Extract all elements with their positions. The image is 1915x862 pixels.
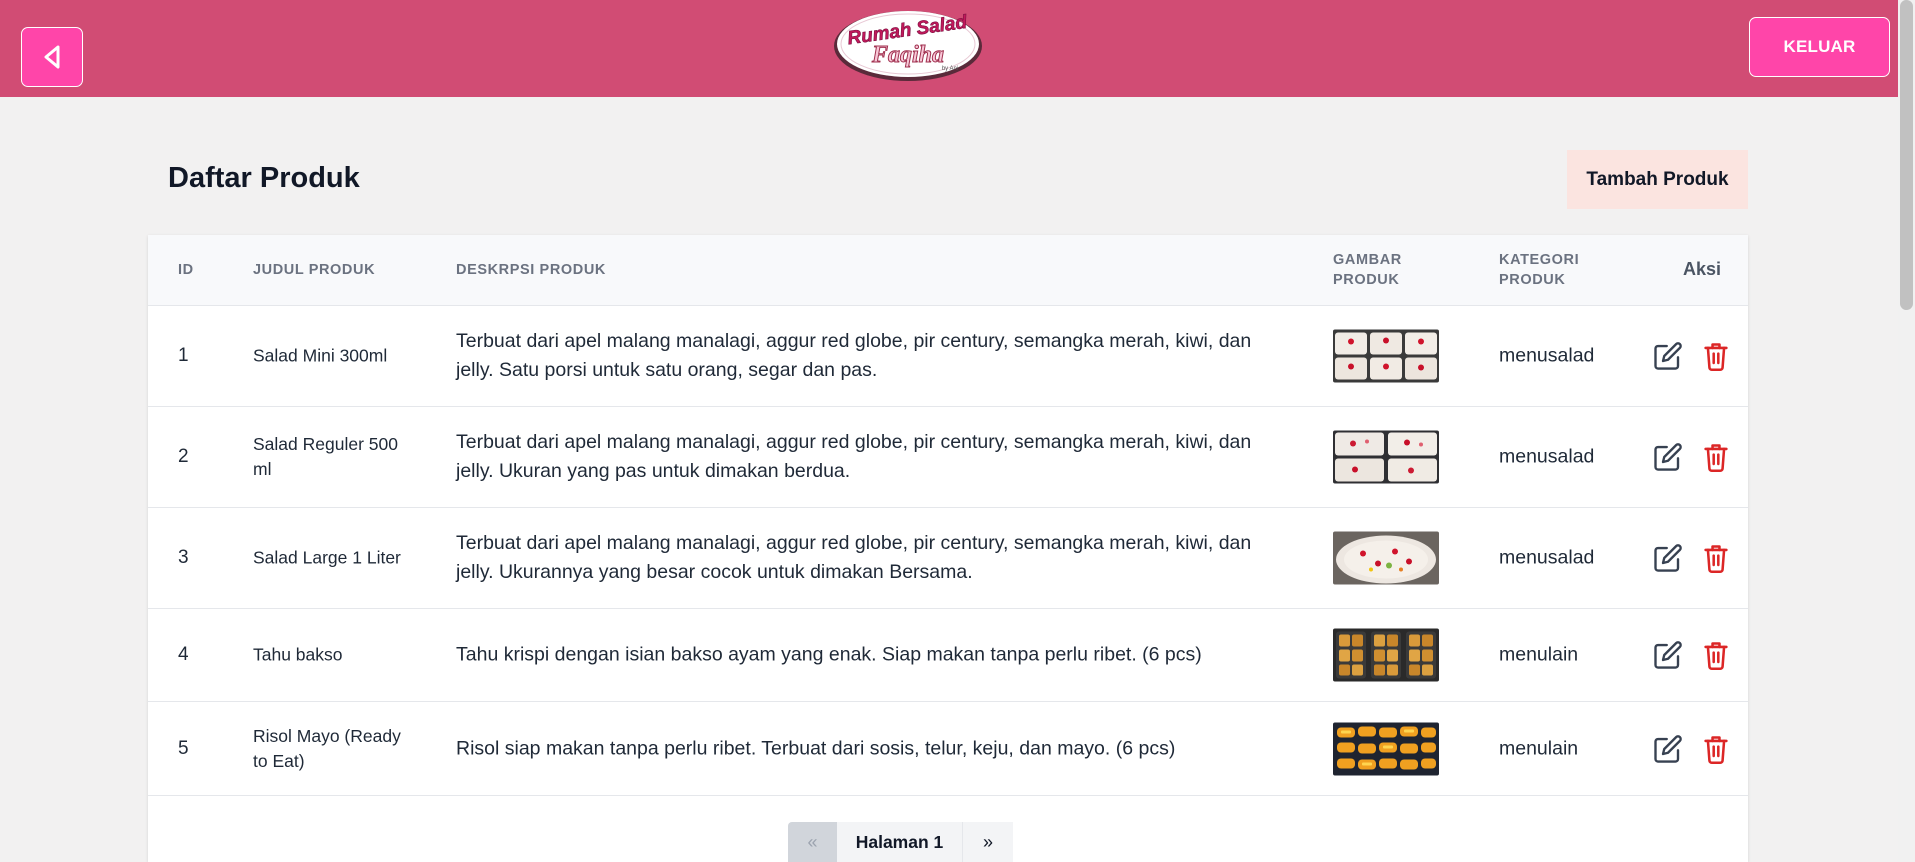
row-title: Salad Large 1 Liter [253, 547, 401, 568]
product-image [1333, 430, 1439, 484]
top-header: Rumah Salad Faqiha by Ani KELUAR [0, 0, 1898, 97]
vertical-scrollbar[interactable] [1898, 0, 1915, 862]
product-image [1333, 531, 1439, 585]
header-category-line1: KATEGORI [1499, 252, 1580, 268]
logo-line2: Faqiha [871, 42, 944, 68]
product-image [1333, 722, 1439, 775]
row-category: menulain [1499, 643, 1579, 666]
product-image [1333, 329, 1439, 383]
row-category: menusalad [1499, 344, 1595, 367]
table-row: 2 Salad Reguler 500 ml Terbuat dari apel… [148, 407, 1748, 508]
header-image-line1: GAMBAR [1333, 252, 1402, 268]
product-image [1333, 628, 1439, 682]
row-id: 4 [178, 644, 189, 665]
trash-icon[interactable] [1703, 543, 1729, 574]
row-id: 1 [178, 345, 189, 366]
row-id: 2 [178, 446, 189, 467]
edit-icon[interactable] [1653, 734, 1683, 764]
trash-icon[interactable] [1703, 734, 1729, 764]
table-row: 3 Salad Large 1 Liter Terbuat dari apel … [148, 508, 1748, 609]
row-category: menusalad [1499, 546, 1595, 569]
row-category: menusalad [1499, 445, 1595, 468]
header-action: Aksi [1683, 259, 1722, 279]
table-row: 5 Risol Mayo (Ready to Eat) Risol siap m… [148, 702, 1748, 796]
header-title: JUDUL PRODUK [253, 262, 376, 278]
edit-icon[interactable] [1653, 442, 1683, 472]
header-category-line2: PRODUK [1499, 272, 1566, 288]
table-row: 4 Tahu bakso Tahu krispi dengan isian ba… [148, 609, 1748, 702]
edit-icon[interactable] [1653, 640, 1683, 670]
row-id: 3 [178, 547, 189, 568]
row-id: 5 [178, 737, 189, 759]
page-title: Daftar Produk [168, 162, 360, 194]
row-title: Risol Mayo (Ready to Eat) [253, 725, 401, 771]
pagination-current-page: Halaman 1 [837, 822, 962, 862]
row-description: Risol siap makan tanpa perlu ribet. Terb… [456, 737, 1176, 759]
row-description: Tahu krispi dengan isian bakso ayam yang… [456, 643, 1202, 666]
trash-icon[interactable] [1703, 442, 1729, 473]
trash-icon[interactable] [1703, 640, 1729, 671]
trash-icon[interactable] [1703, 341, 1729, 372]
header-id: ID [178, 262, 194, 278]
product-table: ID JUDUL PRODUK DESKRPSI PRODUK GAMBAR P… [148, 235, 1748, 862]
edit-icon[interactable] [1653, 543, 1683, 573]
row-description: Terbuat dari apel malang manalagi, aggur… [456, 532, 1252, 583]
row-title: Salad Reguler 500 ml [253, 434, 398, 479]
row-title: Tahu bakso [253, 644, 343, 665]
row-title: Salad Mini 300ml [253, 345, 388, 366]
table-header: ID JUDUL PRODUK DESKRPSI PRODUK GAMBAR P… [148, 235, 1748, 306]
scrollbar-thumb[interactable] [1900, 0, 1913, 310]
header-image-line2: PRODUK [1333, 272, 1400, 288]
logout-button[interactable]: KELUAR [1749, 17, 1890, 77]
brand-logo: Rumah Salad Faqiha by Ani [832, 6, 984, 82]
pagination-next-button[interactable]: » [962, 822, 1013, 862]
logo-tag: by Ani [942, 66, 958, 72]
add-product-button[interactable]: Tambah Produk [1567, 150, 1748, 209]
pagination-prev-button[interactable]: « [788, 822, 837, 862]
back-arrow-icon [44, 45, 60, 69]
header-desc: DESKRPSI PRODUK [456, 262, 606, 278]
row-description: Terbuat dari apel malang manalagi, aggur… [456, 330, 1252, 381]
back-button[interactable] [21, 27, 83, 87]
pagination: « Halaman 1 » [788, 822, 1013, 862]
table-row: 1 Salad Mini 300ml Terbuat dari apel mal… [148, 306, 1748, 407]
header-category: KATEGORI PRODUK [1499, 250, 1579, 290]
row-category: menulain [1499, 737, 1579, 759]
edit-icon[interactable] [1653, 341, 1683, 371]
header-image: GAMBAR PRODUK [1333, 250, 1402, 290]
row-description: Terbuat dari apel malang manalagi, aggur… [456, 431, 1252, 482]
